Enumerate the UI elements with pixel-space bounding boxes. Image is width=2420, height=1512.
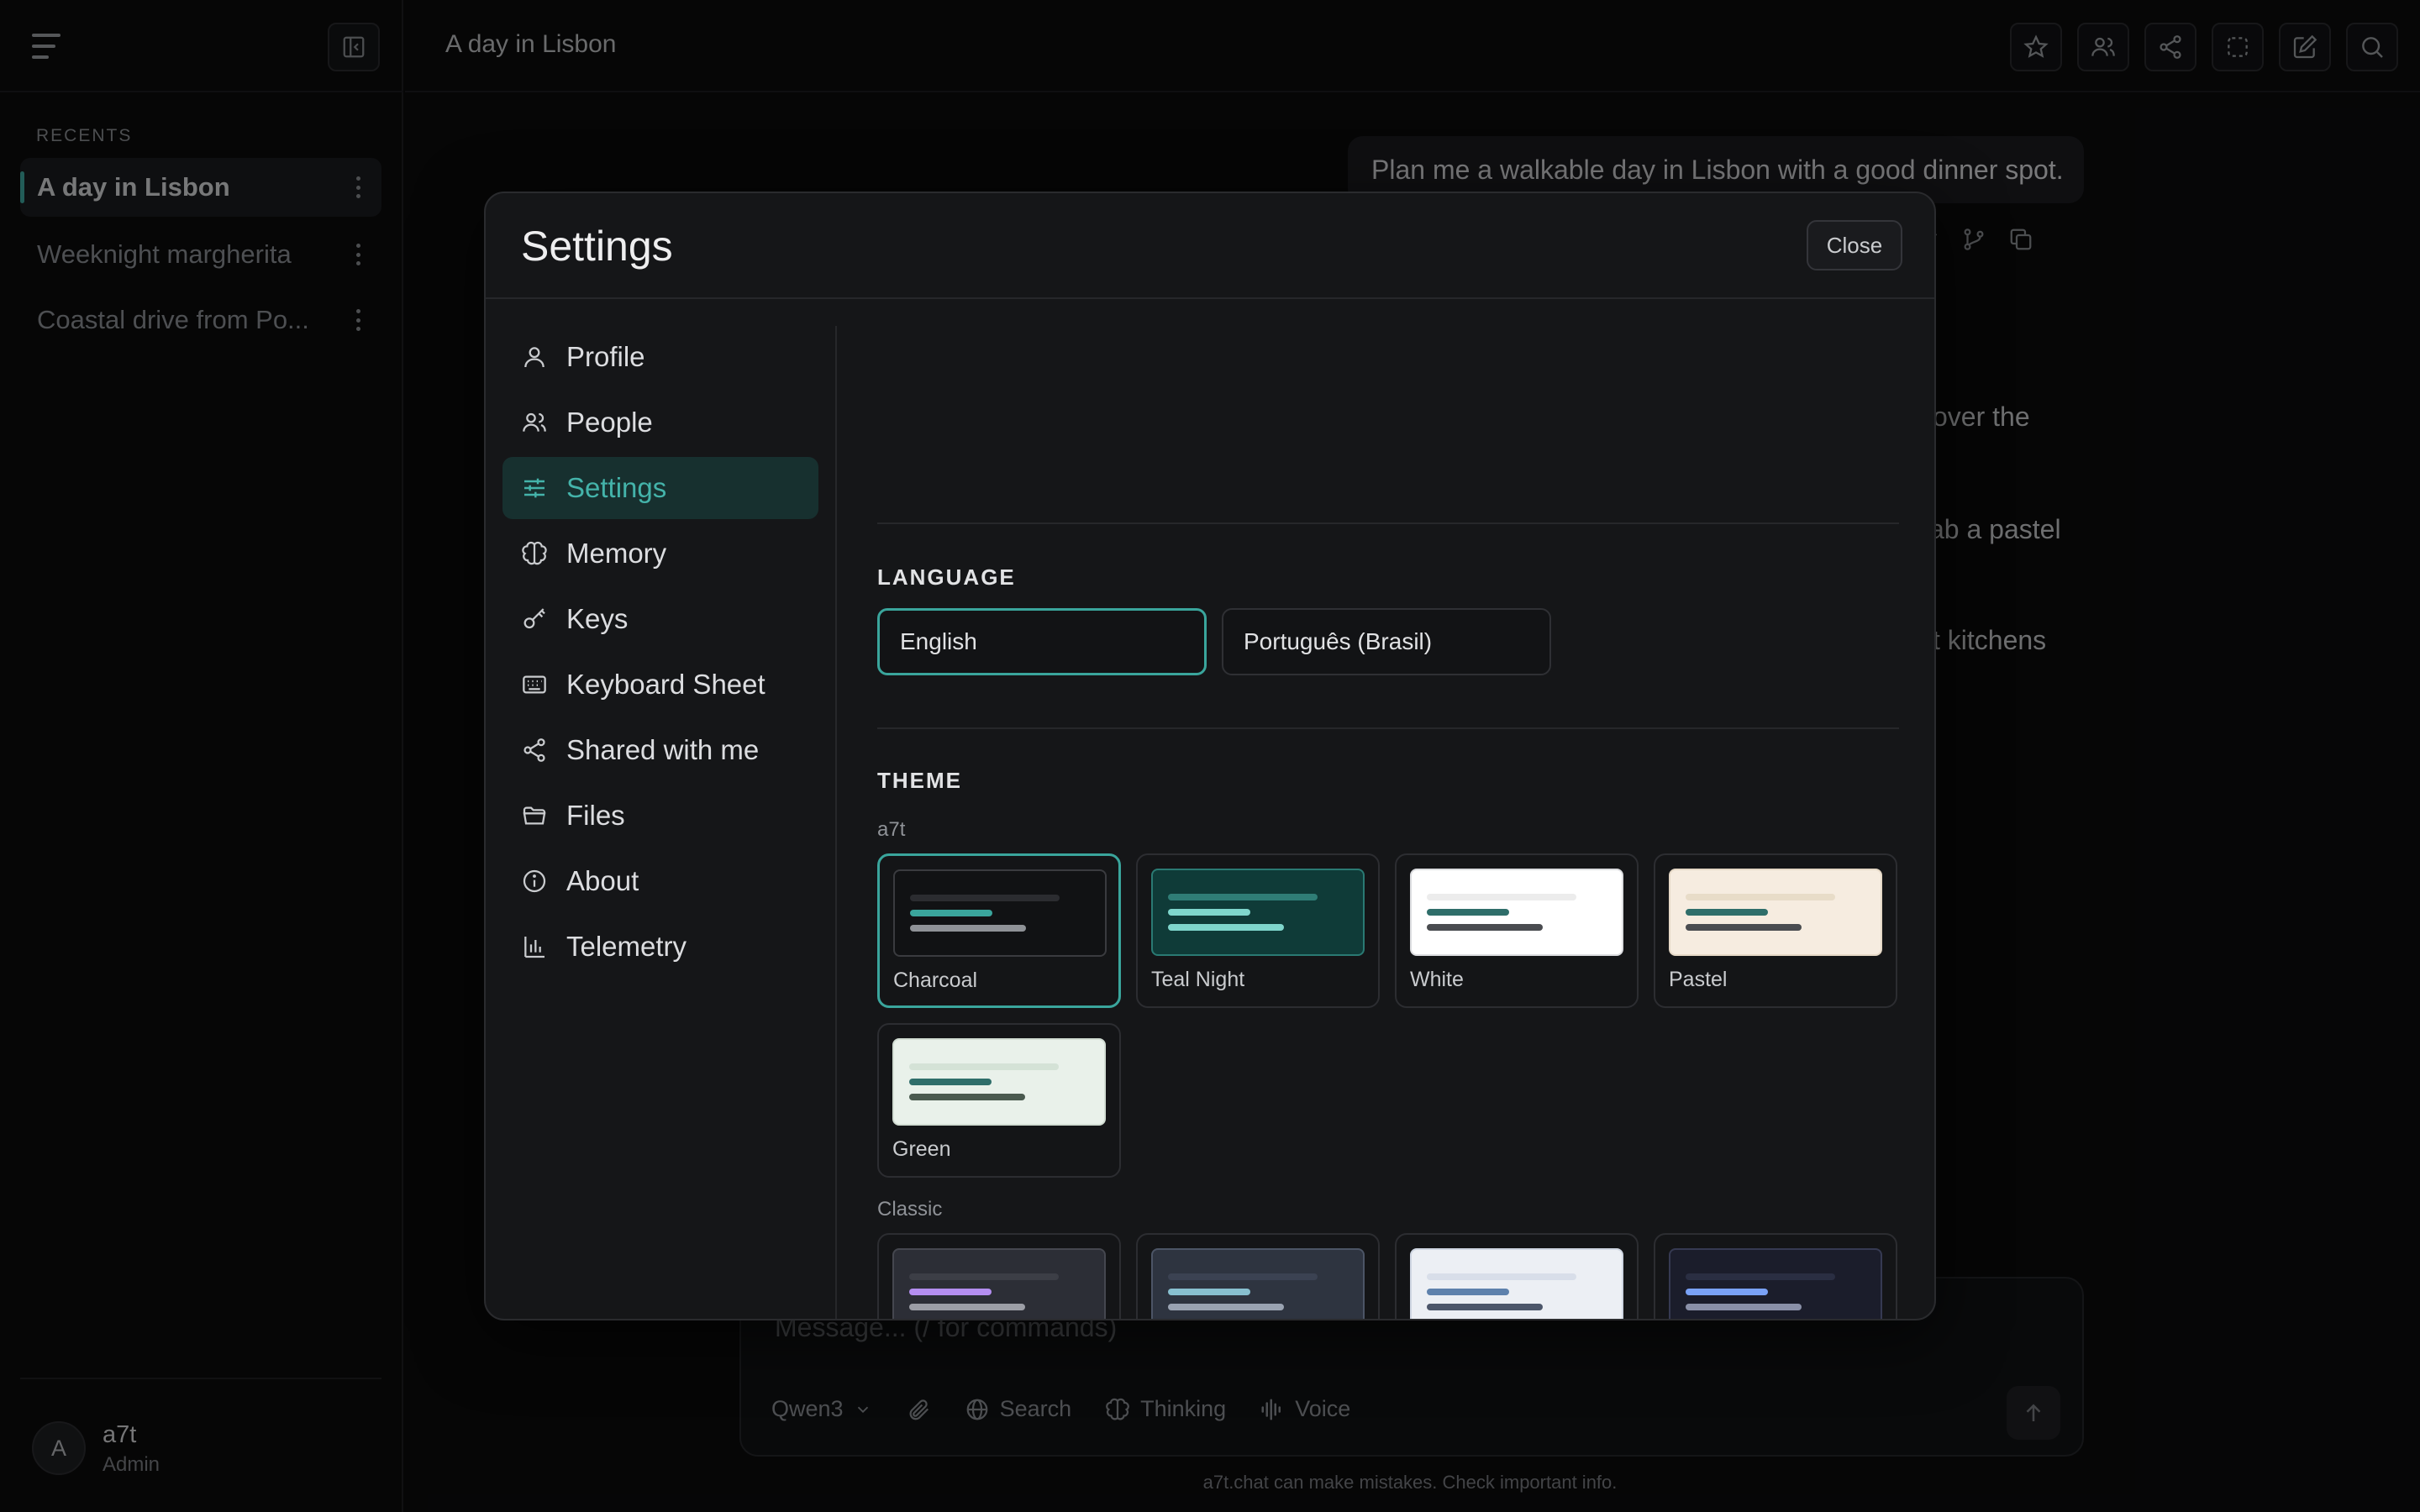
nav-item-label: People bbox=[566, 407, 653, 438]
nav-item-keys[interactable]: Keys bbox=[502, 588, 818, 650]
keyboard-icon bbox=[523, 675, 546, 694]
theme-preview-line bbox=[1686, 1289, 1768, 1295]
theme-preview-line bbox=[1427, 1289, 1509, 1295]
user-icon bbox=[524, 347, 544, 368]
theme-card[interactable]: Pastel bbox=[1654, 853, 1897, 1008]
nav-item-label: Files bbox=[566, 800, 625, 831]
theme-preview-swatch bbox=[892, 1248, 1106, 1319]
theme-name: Teal Night bbox=[1151, 968, 1245, 991]
theme-name: Pastel bbox=[1669, 968, 1728, 991]
folder-icon bbox=[523, 806, 546, 825]
theme-name: White bbox=[1410, 968, 1464, 991]
people-icon bbox=[523, 412, 546, 432]
theme-preview-line bbox=[1686, 1304, 1802, 1310]
nav-item-files[interactable]: Files bbox=[502, 785, 818, 847]
theme-card[interactable]: Harbor bbox=[1654, 1233, 1897, 1319]
theme-preview-line bbox=[910, 925, 1026, 932]
theme-preview-line bbox=[910, 910, 992, 916]
theme-preview-line bbox=[1168, 909, 1250, 916]
theme-preview-line bbox=[1686, 1273, 1835, 1280]
theme-preview-line bbox=[1686, 924, 1802, 931]
theme-group-a7t: a7t bbox=[877, 818, 906, 841]
theme-preview-line bbox=[1168, 1273, 1318, 1280]
nav-item-label: Shared with me bbox=[566, 734, 760, 765]
theme-card[interactable]: Teal Night bbox=[1136, 853, 1380, 1008]
nav-item-memory[interactable]: Memory bbox=[502, 522, 818, 585]
sliders-icon bbox=[524, 478, 544, 498]
theme-preview-line bbox=[1686, 894, 1835, 900]
theme-preview-line bbox=[1168, 924, 1284, 931]
theme-preview-line bbox=[909, 1289, 992, 1295]
theme-preview-line bbox=[909, 1094, 1025, 1100]
settings-nav: Profile People Settings Memory Keys Keyb… bbox=[502, 326, 818, 981]
theme-preview-line bbox=[1427, 924, 1543, 931]
theme-preview-line bbox=[1168, 1289, 1250, 1295]
settings-content[interactable]: LANGUAGE English Português (Brasil) THEM… bbox=[877, 326, 1899, 1319]
nav-item-label: Settings bbox=[566, 472, 667, 503]
theme-label: THEME bbox=[877, 768, 962, 793]
theme-preview-swatch bbox=[1669, 1248, 1882, 1319]
language-option-english[interactable]: English bbox=[877, 608, 1207, 675]
theme-preview-line bbox=[910, 895, 1060, 901]
theme-name: Green bbox=[892, 1137, 951, 1161]
nav-item-people[interactable]: People bbox=[502, 391, 818, 454]
nav-item-label: Memory bbox=[566, 538, 667, 569]
bar-chart-icon bbox=[524, 937, 544, 958]
divider bbox=[877, 522, 1899, 524]
nav-item-profile[interactable]: Profile bbox=[502, 326, 818, 388]
language-label: LANGUAGE bbox=[877, 564, 1016, 590]
theme-preview-line bbox=[909, 1079, 992, 1085]
theme-preview-line bbox=[1427, 894, 1576, 900]
modal-header: Settings Close bbox=[486, 193, 1934, 299]
settings-modal: Settings Close Profile People Settings M… bbox=[484, 192, 1936, 1320]
theme-card[interactable]: Charcoal bbox=[877, 853, 1121, 1008]
brain-icon bbox=[522, 541, 547, 565]
nav-item-label: Keyboard Sheet bbox=[566, 669, 765, 700]
theme-card[interactable]: Fjord bbox=[1136, 1233, 1380, 1319]
theme-group-classic: Classic bbox=[877, 1198, 943, 1221]
nav-item-about[interactable]: About bbox=[502, 850, 818, 912]
theme-preview-swatch bbox=[892, 1038, 1106, 1126]
theme-preview-line bbox=[909, 1063, 1059, 1070]
theme-card[interactable]: Fjord Light bbox=[1395, 1233, 1639, 1319]
close-button[interactable]: Close bbox=[1807, 220, 1902, 270]
theme-card[interactable]: Nightshade bbox=[877, 1233, 1121, 1319]
theme-card[interactable]: White bbox=[1395, 853, 1639, 1008]
nav-item-keyboard-sheet[interactable]: Keyboard Sheet bbox=[502, 654, 818, 716]
theme-preview-line bbox=[1427, 1273, 1576, 1280]
theme-preview-swatch bbox=[1669, 869, 1882, 956]
theme-preview-line bbox=[909, 1304, 1025, 1310]
theme-name: Charcoal bbox=[893, 969, 978, 992]
theme-preview-line bbox=[1427, 909, 1509, 916]
nav-item-label: Profile bbox=[566, 341, 645, 372]
nav-item-label: About bbox=[566, 865, 639, 896]
nav-item-label: Keys bbox=[566, 603, 629, 634]
theme-preview-swatch bbox=[1151, 869, 1365, 956]
nav-item-label: Telemetry bbox=[566, 931, 687, 962]
info-icon bbox=[523, 869, 546, 893]
theme-preview-line bbox=[1686, 909, 1768, 916]
nav-divider bbox=[835, 326, 837, 1319]
theme-preview-line bbox=[1427, 1304, 1543, 1310]
modal-title: Settings bbox=[521, 223, 673, 270]
nav-item-shared-with-me[interactable]: Shared with me bbox=[502, 719, 818, 781]
theme-preview-swatch bbox=[1410, 1248, 1623, 1319]
nav-item-settings[interactable]: Settings bbox=[502, 457, 818, 519]
nav-item-telemetry[interactable]: Telemetry bbox=[502, 916, 818, 978]
theme-card[interactable]: Green bbox=[877, 1023, 1121, 1178]
theme-preview-line bbox=[909, 1273, 1059, 1280]
theme-preview-line bbox=[1168, 894, 1318, 900]
theme-preview-swatch bbox=[1151, 1248, 1365, 1319]
share-icon bbox=[523, 738, 545, 762]
key-icon bbox=[523, 608, 545, 629]
language-option-portuguese[interactable]: Português (Brasil) bbox=[1222, 608, 1551, 675]
theme-preview-line bbox=[1168, 1304, 1284, 1310]
divider bbox=[877, 727, 1899, 729]
theme-preview-swatch bbox=[1410, 869, 1623, 956]
theme-preview-swatch bbox=[893, 869, 1107, 957]
